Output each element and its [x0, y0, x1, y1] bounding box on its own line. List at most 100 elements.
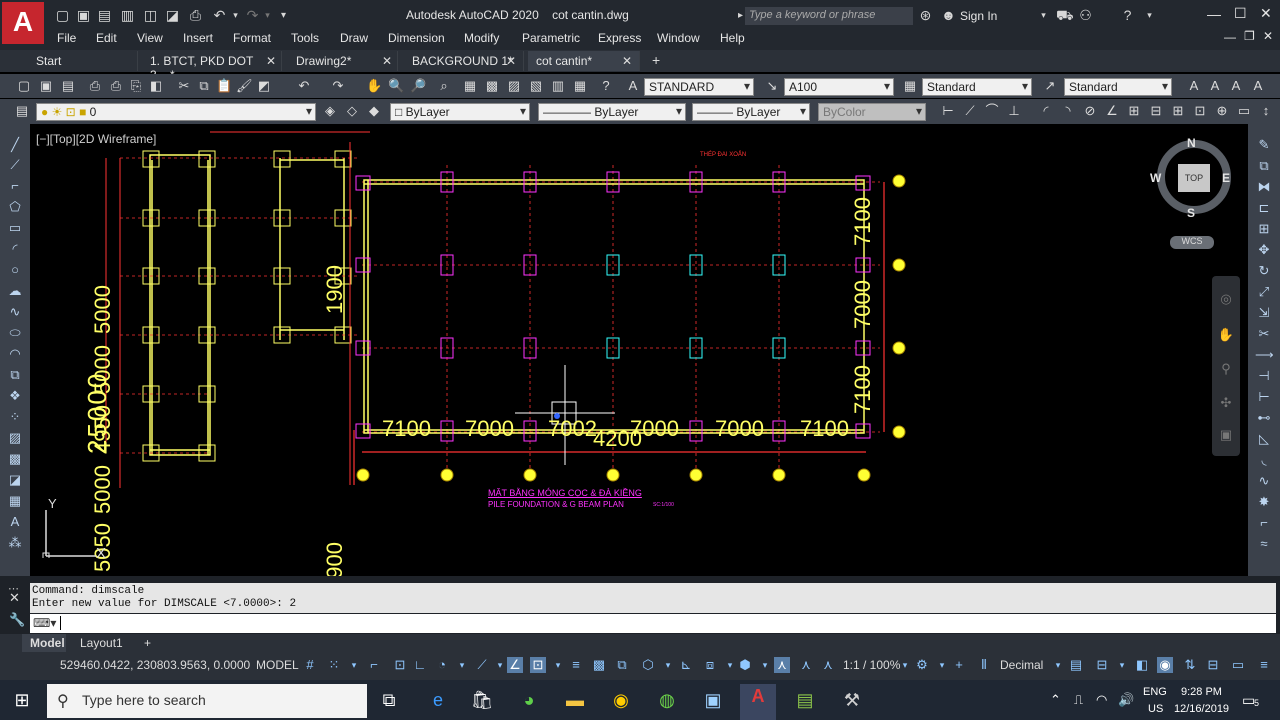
units-value[interactable]: Decimal: [1000, 658, 1043, 672]
customize-wrench-icon[interactable]: 🔧: [9, 612, 25, 628]
3d-osnap-dropdown-icon[interactable]: ▾: [660, 657, 676, 673]
color-select[interactable]: □ ByLayer ▾: [390, 103, 530, 121]
menu-insert[interactable]: Insert: [183, 31, 213, 45]
language-indicator[interactable]: ENG: [1143, 686, 1167, 698]
workspace-dropdown-icon[interactable]: ▾: [934, 657, 950, 673]
rotate-icon[interactable]: ↻: [1255, 262, 1273, 280]
break-icon[interactable]: ⊢: [1255, 388, 1273, 406]
quick-properties-icon[interactable]: ▤: [1068, 657, 1084, 673]
quickcalc-icon[interactable]: ▦: [572, 78, 588, 94]
tab-layout1[interactable]: Layout1: [72, 634, 132, 652]
app-tool-icon[interactable]: ⚒: [840, 688, 864, 712]
menu-tools[interactable]: Tools: [291, 31, 319, 45]
undo-dropdown-icon[interactable]: ▾: [228, 8, 243, 23]
menu-dimension[interactable]: Dimension: [388, 31, 445, 45]
redo-icon[interactable]: ↷: [245, 8, 260, 23]
minimize-icon[interactable]: —: [1207, 6, 1221, 22]
design-center-icon[interactable]: ▩: [484, 78, 500, 94]
viewport-controls-label[interactable]: [−][Top][2D Wireframe]: [36, 132, 156, 146]
diameter-dim-icon[interactable]: ⊘: [1082, 103, 1098, 119]
match-properties-icon[interactable]: 🖌: [236, 78, 253, 94]
wcs-menu[interactable]: WCS: [1170, 236, 1214, 249]
layer-states-icon[interactable]: ◆: [366, 103, 382, 119]
scale-dropdown-icon[interactable]: ▾: [897, 657, 913, 673]
coccoc-icon[interactable]: ◕: [517, 688, 541, 712]
lineweight-select[interactable]: ——— ByLayer ▾: [692, 103, 810, 121]
annotation-visibility-icon[interactable]: ⋏: [774, 657, 790, 673]
new-file-icon[interactable]: ▢: [55, 8, 70, 23]
sign-in-button[interactable]: Sign In: [960, 9, 997, 23]
line-icon[interactable]: ╱: [6, 136, 24, 154]
menu-express[interactable]: Express: [598, 31, 641, 45]
hatch-icon[interactable]: ▨: [6, 429, 24, 447]
infer-constraints-icon[interactable]: ⌐: [366, 657, 382, 673]
save-as-icon[interactable]: ▥: [120, 8, 135, 23]
auto-scale-icon[interactable]: ⋏: [798, 657, 814, 673]
viewcube-west[interactable]: W: [1150, 171, 1161, 185]
radius-dim-icon[interactable]: ◜: [1038, 103, 1054, 119]
arc-icon[interactable]: ◜: [6, 240, 24, 258]
customize-qat-icon[interactable]: ▾: [276, 8, 291, 23]
volume-icon[interactable]: 🔊: [1118, 692, 1134, 708]
blend-curves-icon[interactable]: ∿: [1255, 472, 1273, 490]
help-icon[interactable]: ?: [598, 78, 614, 94]
angular-dim-icon[interactable]: ∠: [1104, 103, 1120, 119]
spline-icon[interactable]: ∿: [6, 303, 24, 321]
aligned-dim-icon[interactable]: ⟋: [962, 103, 978, 119]
clock-date[interactable]: 12/16/2019: [1174, 703, 1229, 715]
tool-palettes-icon[interactable]: ▨: [506, 78, 522, 94]
paste-icon[interactable]: 📋: [216, 78, 232, 94]
stretch-icon[interactable]: ⇲: [1255, 304, 1273, 322]
command-prompt-icon[interactable]: ⌨▾: [33, 616, 56, 630]
plot-icon[interactable]: ⎙: [188, 8, 203, 23]
undo-icon[interactable]: ↶: [212, 8, 227, 23]
viewcube-north[interactable]: N: [1187, 136, 1196, 150]
web-save-icon[interactable]: ◪: [165, 8, 180, 23]
rectangle-icon[interactable]: ▭: [6, 219, 24, 237]
clean-screen-icon[interactable]: ⇅: [1182, 657, 1198, 673]
help-dropdown-icon[interactable]: ▾: [1142, 8, 1157, 23]
ellipse-arc-icon[interactable]: ◠: [6, 345, 24, 363]
text-icon[interactable]: A: [1186, 78, 1202, 94]
isodraft-dropdown-icon[interactable]: ▾: [492, 657, 508, 673]
mirror-icon[interactable]: ⧓: [1255, 178, 1273, 196]
fillet-icon[interactable]: ◟: [1255, 451, 1273, 469]
region-icon[interactable]: ◪: [6, 471, 24, 489]
undo-icon[interactable]: ↶: [296, 78, 312, 94]
point-icon[interactable]: ⁘: [6, 408, 24, 426]
doc-close-icon[interactable]: ✕: [1263, 29, 1273, 43]
autocad-taskbar-icon[interactable]: A: [740, 684, 776, 720]
close-icon[interactable]: ✕: [622, 54, 632, 68]
dim-style-icon[interactable]: ↘: [764, 78, 780, 94]
units-icon[interactable]: ⦀: [976, 657, 992, 673]
zoom-previous-icon[interactable]: ⌕: [436, 78, 452, 94]
move-icon[interactable]: ✥: [1255, 241, 1273, 259]
menu-modify[interactable]: Modify: [464, 31, 499, 45]
excel-icon[interactable]: ▤: [793, 688, 817, 712]
add-selected-icon[interactable]: ⁂: [6, 534, 24, 552]
layer-properties-icon[interactable]: ▤: [14, 103, 30, 119]
break-at-point-icon[interactable]: ⊣: [1255, 367, 1273, 385]
grid-icon[interactable]: #: [302, 657, 318, 673]
explode-icon[interactable]: ✸: [1255, 493, 1273, 511]
sheet-set-icon[interactable]: ▧: [528, 78, 544, 94]
windows-start-icon[interactable]: ⊞: [10, 688, 34, 712]
table-icon[interactable]: ▦: [6, 492, 24, 510]
text-style-select[interactable]: STANDARD ▾: [644, 78, 754, 96]
edit-spline-icon[interactable]: ≈: [1255, 535, 1273, 553]
insert-block-icon[interactable]: ⧉: [6, 366, 24, 384]
ortho-icon[interactable]: ∟: [412, 657, 428, 673]
sign-in-dropdown-icon[interactable]: ▾: [1036, 8, 1051, 23]
close-icon[interactable]: ✕: [1260, 5, 1272, 22]
plot-icon[interactable]: ⎙: [87, 78, 103, 94]
cut-icon[interactable]: ✂: [176, 78, 192, 94]
menu-icon[interactable]: ≡: [1256, 657, 1272, 673]
store-icon[interactable]: 🛍: [470, 688, 494, 712]
help-search-input[interactable]: Type a keyword or phrase: [745, 7, 913, 25]
gizmo-icon[interactable]: ⬢: [737, 657, 753, 673]
zoom-realtime-icon[interactable]: 🔍: [388, 78, 404, 94]
tolerance-icon[interactable]: ⊡: [1192, 103, 1208, 119]
annotation-scale-icon[interactable]: ⋏: [820, 657, 836, 673]
block-editor-icon[interactable]: ◩: [256, 78, 272, 94]
quick-dim-icon[interactable]: ⊞: [1126, 103, 1142, 119]
